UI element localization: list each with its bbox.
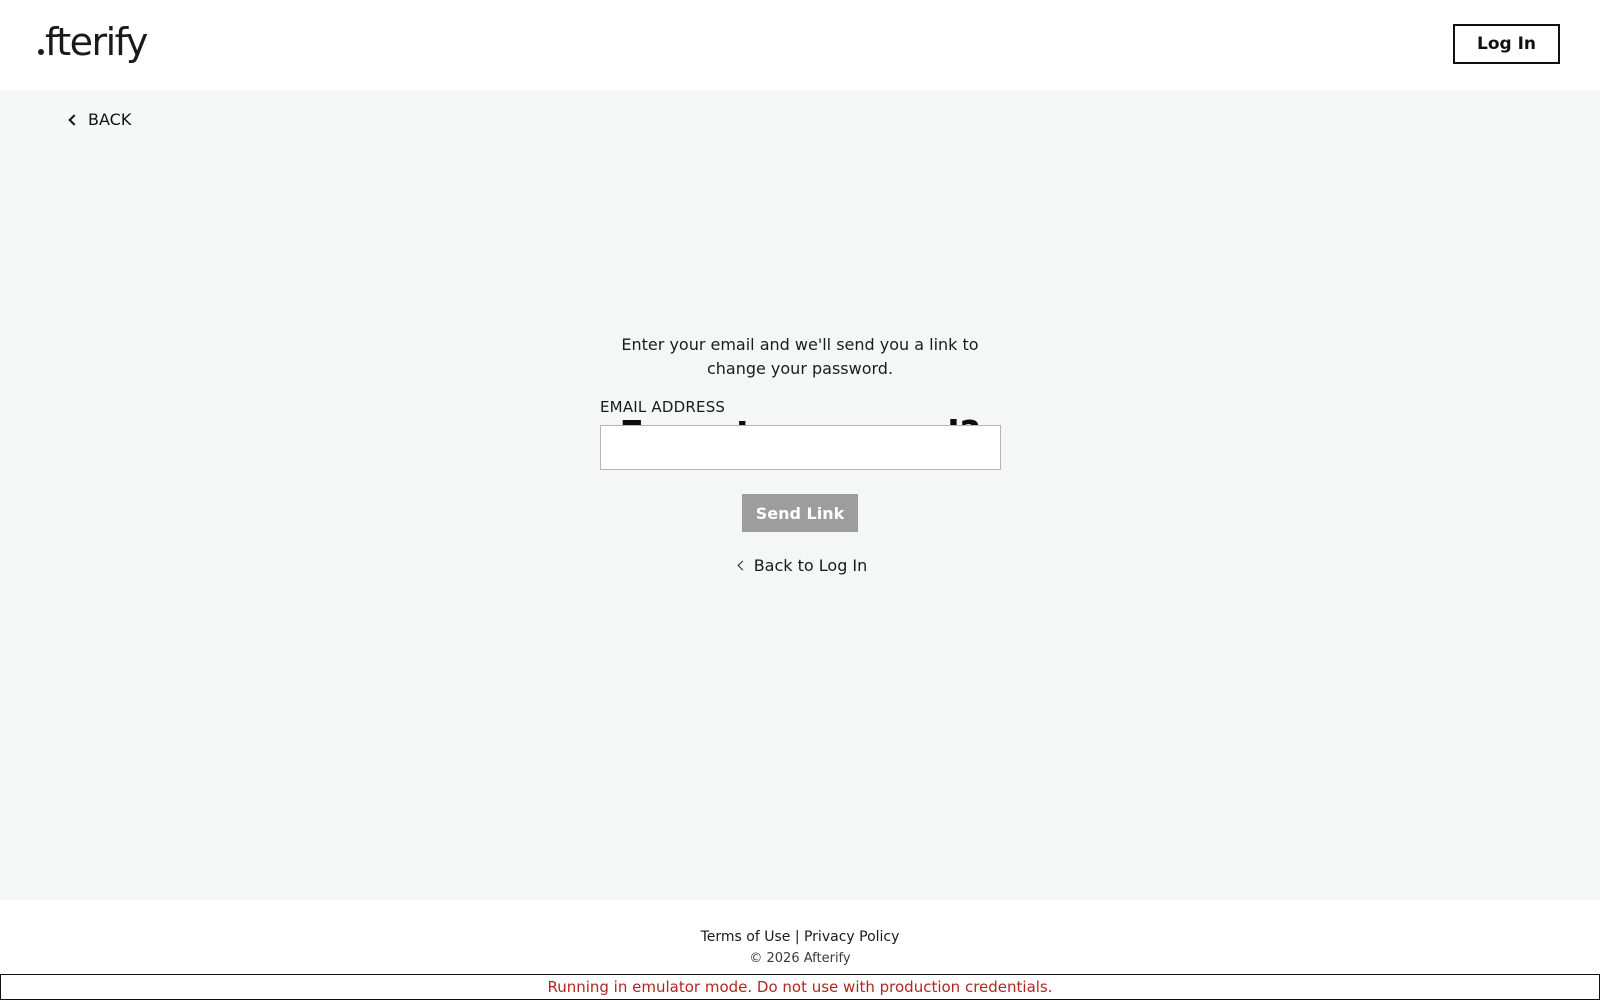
chevron-left-icon	[68, 113, 80, 126]
site-header: fterify Log In	[0, 0, 1600, 90]
login-button[interactable]: Log In	[1453, 24, 1560, 64]
logo-dot	[38, 49, 44, 55]
emulator-warning-banner: Running in emulator mode. Do not use wit…	[0, 974, 1600, 1000]
email-input[interactable]	[600, 425, 1001, 470]
back-to-login-label: Back to Log In	[753, 556, 868, 575]
footer-links: Terms of Use | Privacy Policy	[0, 929, 1600, 945]
terms-of-use-link[interactable]: Terms of Use	[701, 929, 791, 945]
footer-separator: |	[794, 929, 800, 945]
send-link-button[interactable]: Send Link	[742, 494, 858, 532]
back-to-login-link[interactable]: Back to Log In	[733, 556, 868, 575]
site-footer: Terms of Use | Privacy Policy © 2026 Aft…	[0, 900, 1600, 974]
instructions-text: Enter your email and we'll send you a li…	[0, 333, 1600, 381]
chevron-left-icon	[737, 560, 748, 571]
privacy-policy-link[interactable]: Privacy Policy	[804, 929, 899, 945]
copyright-text: © 2026 Afterify	[749, 951, 851, 966]
email-label: EMAIL ADDRESS	[600, 398, 726, 416]
back-link[interactable]: BACK	[68, 110, 132, 129]
logo-text: fterify	[45, 20, 148, 64]
instructions-line-1: Enter your email and we'll send you a li…	[621, 335, 979, 354]
back-link-label: BACK	[88, 110, 132, 129]
afterify-logo[interactable]: fterify	[38, 20, 148, 64]
instructions-line-2: change your password.	[706, 359, 894, 378]
back-to-login-row: Back to Log In	[0, 556, 1600, 575]
